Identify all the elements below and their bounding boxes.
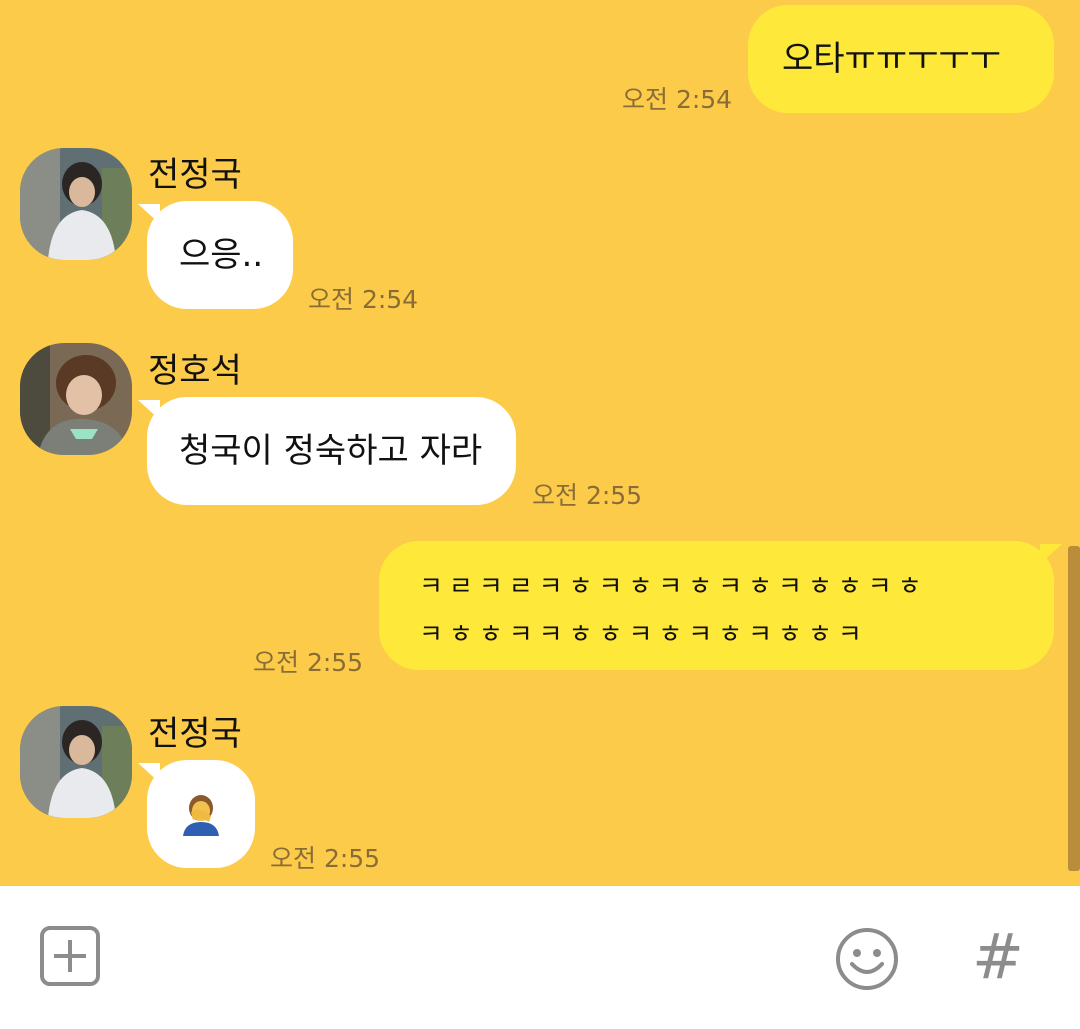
facepalm-emoji [183,795,219,836]
bubble-tail [138,400,160,420]
hashtag-search-button[interactable]: # [972,922,1024,992]
their-message-bubble[interactable]: 으응.. [147,201,293,309]
message-time: 오전 2:54 [308,285,419,314]
message-text: 오타ㅠㅠㅜㅜㅜ [782,39,1001,79]
sender-name: 전정국 [148,155,242,195]
message-time: 오전 2:55 [253,648,364,677]
my-message-bubble[interactable]: 오타ㅠㅠㅜㅜㅜ [748,5,1054,113]
message-time: 오전 2:54 [622,85,733,114]
input-bar [0,886,1080,1029]
avatar[interactable] [20,343,132,455]
message-time: 오전 2:55 [270,844,381,873]
scrollbar[interactable] [1068,546,1080,871]
message-text: 청국이 정숙하고 자라 [179,431,483,471]
my-message-bubble[interactable]: ㅋㄹㅋㄹㅋㅎㅋㅎㅋㅎㅋㅎㅋㅎㅎㅋㅎ ㅋㅎㅎㅋㅋㅎㅎㅋㅎㅋㅎㅋㅎㅎㅋ [379,541,1054,670]
sender-name: 전정국 [148,714,242,754]
avatar[interactable] [20,148,132,260]
message-time: 오전 2:55 [532,481,643,510]
plus-square-icon[interactable] [40,926,100,986]
sender-name: 정호석 [148,351,242,391]
bubble-tail [138,763,160,783]
bubble-tail [1040,544,1062,564]
their-message-bubble[interactable]: 청국이 정숙하고 자라 [147,397,516,505]
message-text-line: ㅋㅎㅎㅋㅋㅎㅎㅋㅎㅋㅎㅋㅎㅎㅋ [419,620,868,650]
bubble-tail [138,204,160,224]
message-text: 으응.. [179,235,264,275]
avatar[interactable] [20,706,132,818]
chat-area[interactable]: 오타ㅠㅠㅜㅜㅜ 오전 2:54 전정국 으응.. 오전 2:54 정호석 청국이… [0,0,1080,886]
message-text-line: ㅋㄹㅋㄹㅋㅎㅋㅎㅋㅎㅋㅎㅋㅎㅎㅋㅎ [419,572,928,602]
smiley-icon[interactable] [834,926,900,992]
their-message-bubble[interactable] [147,760,255,868]
